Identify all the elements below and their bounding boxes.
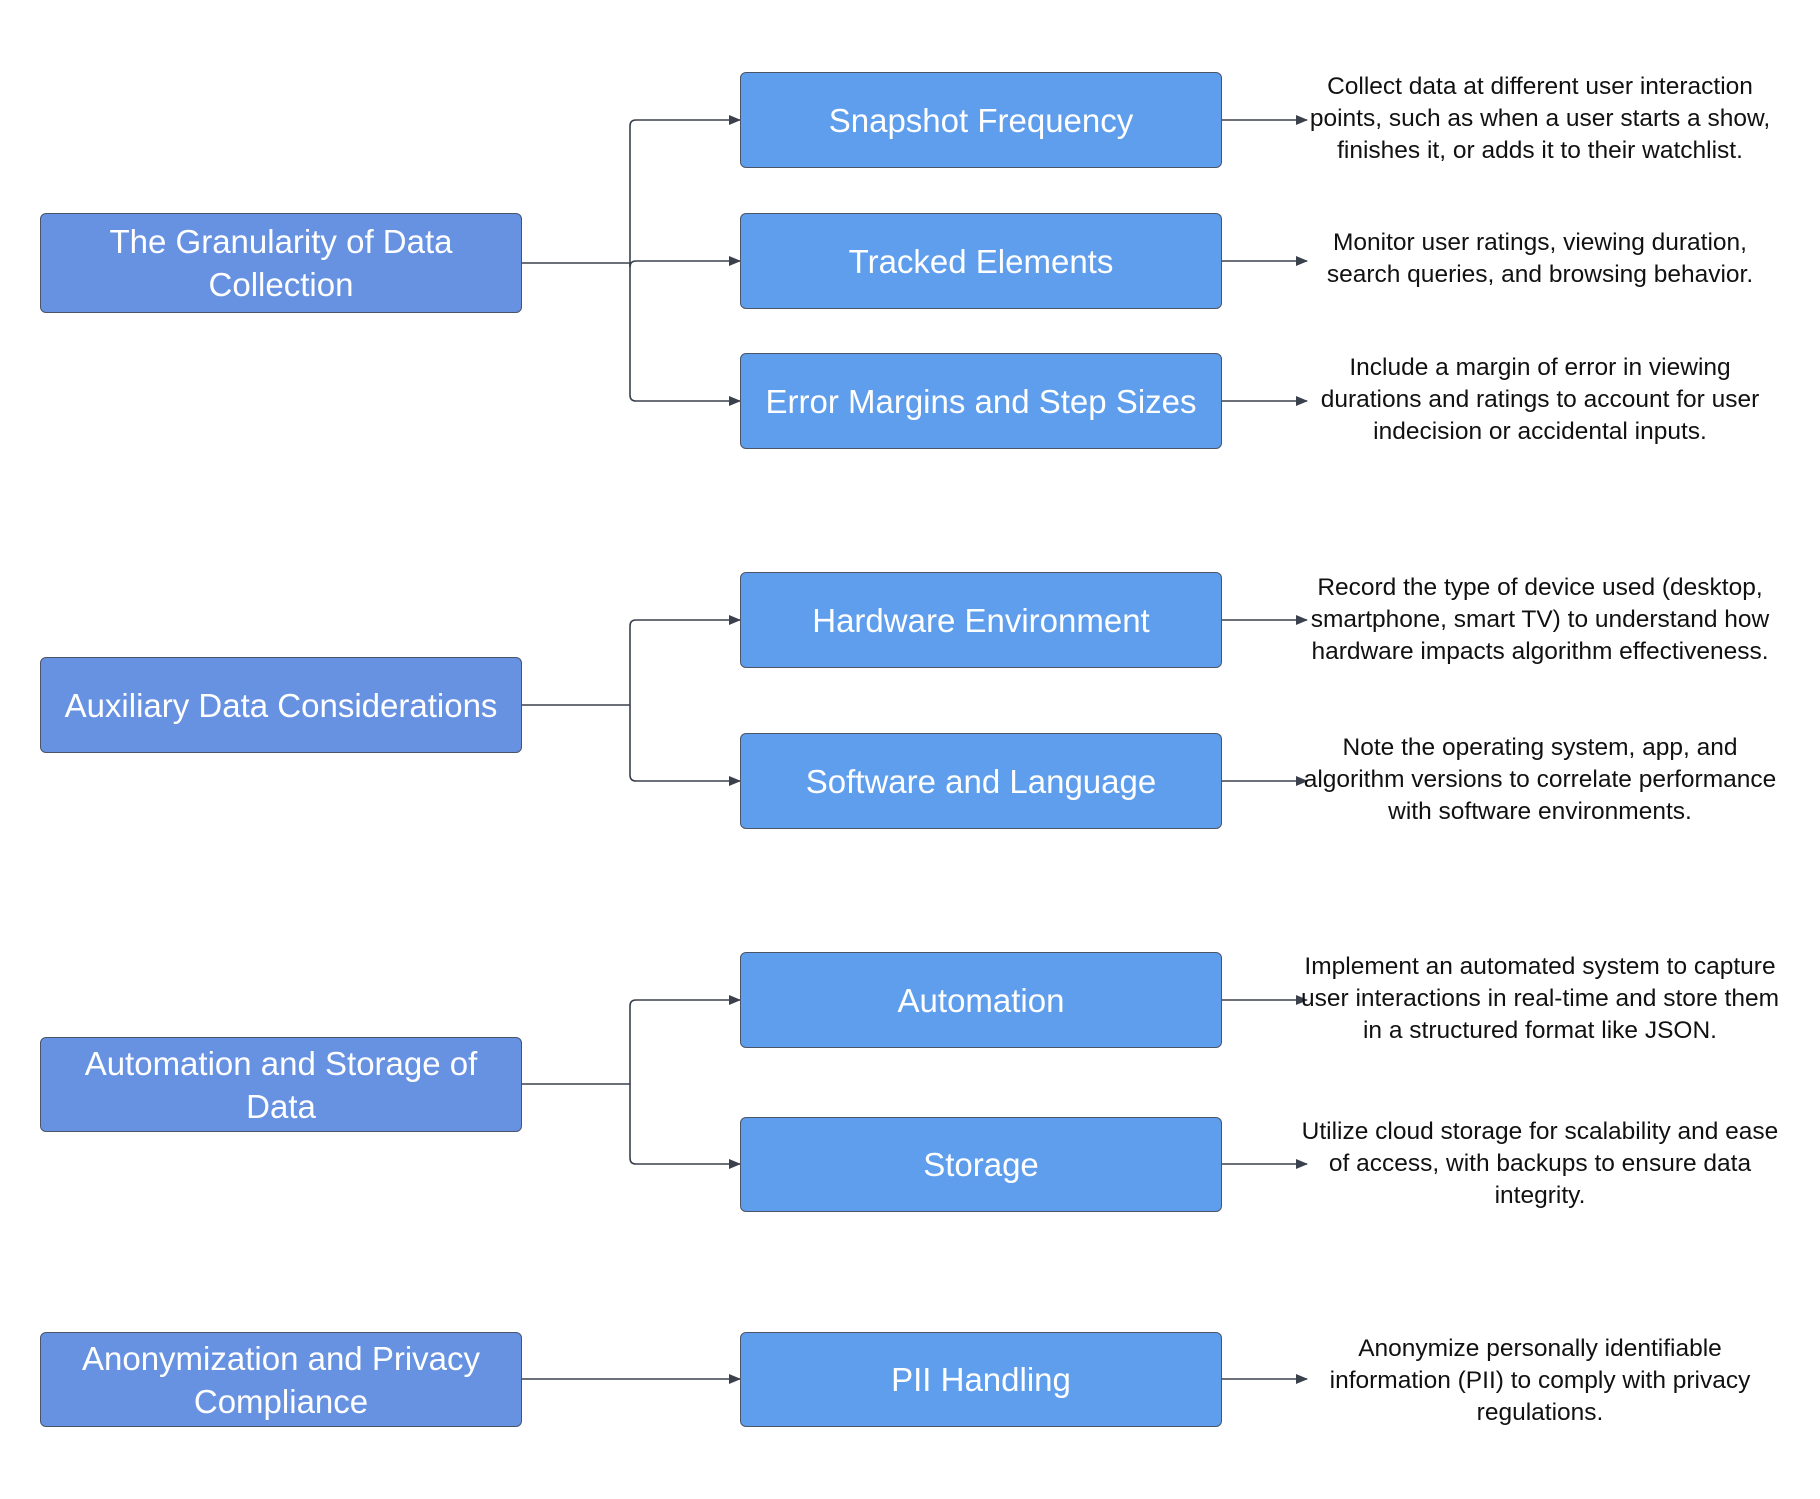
subtopic-node-error-margins[interactable]: Error Margins and Step Sizes — [740, 353, 1222, 449]
connector-branch-arrow — [629, 256, 741, 268]
topic-label: Automation and Storage of Data — [84, 1044, 478, 1125]
connector-branch-arrow — [629, 115, 741, 263]
subtopic-node-tracked-elements[interactable]: Tracked Elements — [740, 213, 1222, 309]
subtopic-node-automation[interactable]: Automation — [740, 952, 1222, 1048]
subtopic-node-pii-handling[interactable]: PII Handling — [740, 1332, 1222, 1427]
topic-node-granularity[interactable]: The Granularity of Data Collection — [40, 213, 522, 313]
description-error-margins: Include a margin of error in viewing dur… — [1320, 354, 1760, 445]
connector-branch-arrow — [629, 263, 741, 406]
subtopic-label: Tracked Elements — [848, 242, 1114, 280]
connector-branch-arrow — [629, 1084, 741, 1169]
diagram-canvas: The Granularity of Data Collection Snaps… — [0, 0, 1820, 1499]
subtopic-node-hardware-environment[interactable]: Hardware Environment — [740, 572, 1222, 668]
description-hardware-environment: Record the type of device used (desktop,… — [1310, 574, 1770, 665]
subtopic-label: Snapshot Frequency — [828, 101, 1134, 139]
subtopic-node-storage[interactable]: Storage — [740, 1117, 1222, 1212]
topic-node-anonymization[interactable]: Anonymization and Privacy Compliance — [40, 1332, 522, 1427]
connector-branch-arrow — [629, 705, 741, 786]
description-tracked-elements: Monitor user ratings, viewing duration, … — [1326, 229, 1754, 288]
topic-label: The Granularity of Data Collection — [109, 223, 453, 303]
subtopic-label: Software and Language — [805, 762, 1157, 800]
subtopic-label: Automation — [897, 981, 1065, 1019]
topic-node-automation-storage[interactable]: Automation and Storage of Data — [40, 1037, 522, 1132]
subtopic-label: Storage — [923, 1146, 1039, 1183]
subtopic-label: Hardware Environment — [812, 601, 1150, 639]
topic-node-auxiliary[interactable]: Auxiliary Data Considerations — [40, 657, 522, 753]
description-pii-handling: Anonymize personally identifiable inform… — [1329, 1335, 1751, 1426]
subtopic-node-software-language[interactable]: Software and Language — [740, 733, 1222, 829]
description-snapshot-frequency: Collect data at different user interacti… — [1309, 73, 1771, 164]
connector-branch-arrow — [629, 995, 741, 1084]
description-automation: Implement an automated system to capture… — [1301, 953, 1779, 1044]
subtopic-node-snapshot-frequency[interactable]: Snapshot Frequency — [740, 72, 1222, 168]
topic-label: Auxiliary Data Considerations — [64, 686, 498, 724]
topic-label: Anonymization and Privacy Compliance — [81, 1339, 481, 1420]
description-storage: Utilize cloud storage for scalability an… — [1301, 1118, 1779, 1209]
connector-branch-arrow — [629, 615, 741, 705]
subtopic-label: PII Handling — [891, 1361, 1071, 1398]
subtopic-label: Error Margins and Step Sizes — [765, 382, 1197, 420]
description-software-language: Note the operating system, app, and algo… — [1303, 734, 1777, 825]
